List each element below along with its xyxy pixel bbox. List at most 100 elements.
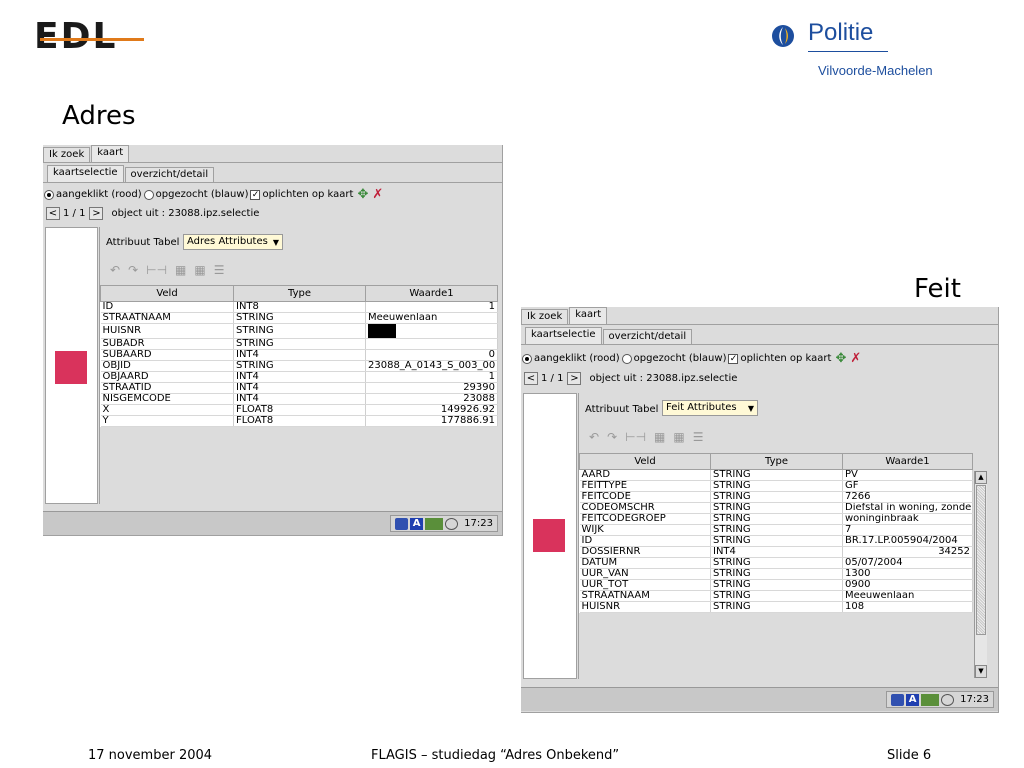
cell-veld[interactable]: ID <box>579 535 711 547</box>
cell-type[interactable]: STRING <box>710 469 843 481</box>
prev-button[interactable]: < <box>46 207 60 220</box>
col-header-waarde1[interactable]: Waarde1 <box>842 453 973 470</box>
cell-veld[interactable]: Y <box>100 415 234 427</box>
cell-type[interactable]: STRING <box>233 338 366 350</box>
checkbox-oplichten[interactable]: ✓ <box>250 189 261 200</box>
cell-veld[interactable]: DOSSIERNR <box>579 546 711 558</box>
scroll-up-icon[interactable]: ▲ <box>975 471 987 484</box>
cell-veld[interactable]: UUR_TOT <box>579 579 711 591</box>
radio-opgezocht[interactable] <box>143 189 154 200</box>
cell-waarde1[interactable]: Meeuwenlaan <box>365 312 498 324</box>
cell-type[interactable]: STRING <box>710 513 843 525</box>
col-header-veld[interactable]: Veld <box>100 285 234 302</box>
tab-kaartselectie[interactable]: kaartselectie <box>47 165 124 182</box>
shield-icon[interactable] <box>395 517 409 530</box>
cell-waarde1[interactable]: 177886.91 <box>365 415 498 427</box>
checkbox-oplichten[interactable]: ✓ <box>728 353 739 364</box>
power-icon[interactable] <box>445 517 459 530</box>
cell-type[interactable]: STRING <box>710 568 843 580</box>
table-row[interactable]: WIJK STRING 7 <box>579 524 973 536</box>
cell-type[interactable]: STRING <box>710 502 843 514</box>
cell-type[interactable]: STRING <box>233 312 366 324</box>
cell-waarde1[interactable]: 23088_A_0143_S_003_00 <box>365 360 498 372</box>
table-row[interactable]: OBJID STRING 23088_A_0143_S_003_00 <box>100 360 498 372</box>
table-row[interactable]: FEITTYPE STRING GF <box>579 480 973 492</box>
cell-waarde1[interactable]: PV <box>842 469 973 481</box>
table-row[interactable]: STRAATNAAM STRING Meeuwenlaan <box>579 590 973 602</box>
cell-type[interactable]: STRING <box>710 590 843 602</box>
cell-type[interactable]: INT8 <box>233 301 366 313</box>
table-icon[interactable]: ▦ <box>654 430 665 444</box>
cell-veld[interactable]: HUISNR <box>100 323 234 339</box>
cell-waarde1[interactable]: BR.17.LP.005904/2004 <box>842 535 973 547</box>
table-row[interactable]: ID INT8 1 <box>100 301 498 313</box>
redo-icon[interactable]: ↷ <box>128 263 138 277</box>
cell-type[interactable]: STRING <box>233 323 366 339</box>
cell-veld[interactable]: FEITCODE <box>579 491 711 503</box>
next-button[interactable]: > <box>567 372 582 385</box>
cell-type[interactable]: STRING <box>710 480 843 492</box>
cell-waarde1[interactable]: GF <box>842 480 973 492</box>
table-edit-icon[interactable]: ▦ <box>673 430 684 444</box>
table-row[interactable]: OBJAARD INT4 1 <box>100 371 498 383</box>
table-edit-icon[interactable]: ▦ <box>194 263 205 277</box>
cell-veld[interactable]: ID <box>100 301 234 313</box>
cell-waarde1[interactable]: 0 <box>365 349 498 361</box>
cell-waarde1[interactable]: Diefstal in woning, zonder <box>842 502 973 514</box>
fit-columns-icon[interactable]: ⊢⊣ <box>625 430 646 444</box>
undo-icon[interactable]: ↶ <box>110 263 120 277</box>
cell-waarde1[interactable]: 1300 <box>842 568 973 580</box>
cell-waarde1[interactable] <box>365 323 498 339</box>
table-row[interactable]: DATUM STRING 05/07/2004 <box>579 557 973 569</box>
cell-type[interactable]: FLOAT8 <box>233 404 366 416</box>
table-row[interactable]: HUISNR STRING <box>100 323 498 339</box>
cell-waarde1[interactable] <box>365 338 498 350</box>
cell-type[interactable]: STRING <box>710 557 843 569</box>
list-icon[interactable]: ☰ <box>214 263 225 277</box>
clear-selection-icon[interactable]: ✗ <box>372 187 383 202</box>
cell-veld[interactable]: FEITCODEGROEP <box>579 513 711 525</box>
table-row[interactable]: STRAATNAAM STRING Meeuwenlaan <box>100 312 498 324</box>
tab-kaart[interactable]: kaart <box>569 307 608 324</box>
table-icon[interactable]: ▦ <box>175 263 186 277</box>
col-header-waarde1[interactable]: Waarde1 <box>365 285 498 302</box>
table-row[interactable]: Y FLOAT8 177886.91 <box>100 415 498 427</box>
radio-aangeklikt[interactable] <box>522 353 532 364</box>
shield-icon[interactable] <box>891 693 905 706</box>
cell-waarde1[interactable]: 05/07/2004 <box>842 557 973 569</box>
cell-waarde1[interactable]: 34252 <box>842 546 973 558</box>
fit-columns-icon[interactable]: ⊢⊣ <box>146 263 167 277</box>
cell-veld[interactable]: AARD <box>579 469 711 481</box>
radio-aangeklikt[interactable] <box>44 189 54 200</box>
list-icon[interactable]: ☰ <box>693 430 704 444</box>
table-row[interactable]: NISGEMCODE INT4 23088 <box>100 393 498 405</box>
cell-type[interactable]: INT4 <box>233 393 366 405</box>
attr-table-select[interactable]: Adres Attributes ▼ <box>183 234 283 250</box>
table-row[interactable]: FEITCODEGROEP STRING woninginbraak <box>579 513 973 525</box>
table-row[interactable]: HUISNR STRING 108 <box>579 601 973 613</box>
cell-waarde1[interactable]: woninginbraak <box>842 513 973 525</box>
radio-opgezocht[interactable] <box>621 353 632 364</box>
cell-veld[interactable]: STRAATNAAM <box>579 590 711 602</box>
tab-kaartselectie[interactable]: kaartselectie <box>525 327 602 344</box>
cell-type[interactable]: INT4 <box>233 349 366 361</box>
table-row[interactable]: ID STRING BR.17.LP.005904/2004 <box>579 535 973 547</box>
cell-veld[interactable]: SUBAARD <box>100 349 234 361</box>
vertical-scrollbar[interactable]: ▲ ▼ <box>974 471 987 678</box>
table-row[interactable]: CODEOMSCHR STRING Diefstal in woning, zond… <box>579 502 973 514</box>
cell-type[interactable]: STRING <box>710 579 843 591</box>
cell-veld[interactable]: NISGEMCODE <box>100 393 234 405</box>
scroll-down-icon[interactable]: ▼ <box>975 665 987 678</box>
cell-veld[interactable]: CODEOMSCHR <box>579 502 711 514</box>
cell-waarde1[interactable]: 1 <box>365 301 498 313</box>
cell-waarde1[interactable]: 0900 <box>842 579 973 591</box>
power-icon[interactable] <box>941 693 955 706</box>
table-row[interactable]: UUR_VAN STRING 1300 <box>579 568 973 580</box>
cell-waarde1[interactable]: 29390 <box>365 382 498 394</box>
table-row[interactable]: FEITCODE STRING 7266 <box>579 491 973 503</box>
tab-ik-zoek[interactable]: Ik zoek <box>43 147 91 162</box>
clear-selection-icon[interactable]: ✗ <box>850 351 861 366</box>
next-button[interactable]: > <box>89 207 104 220</box>
cell-veld[interactable]: X <box>100 404 234 416</box>
cell-type[interactable]: STRING <box>710 535 843 547</box>
